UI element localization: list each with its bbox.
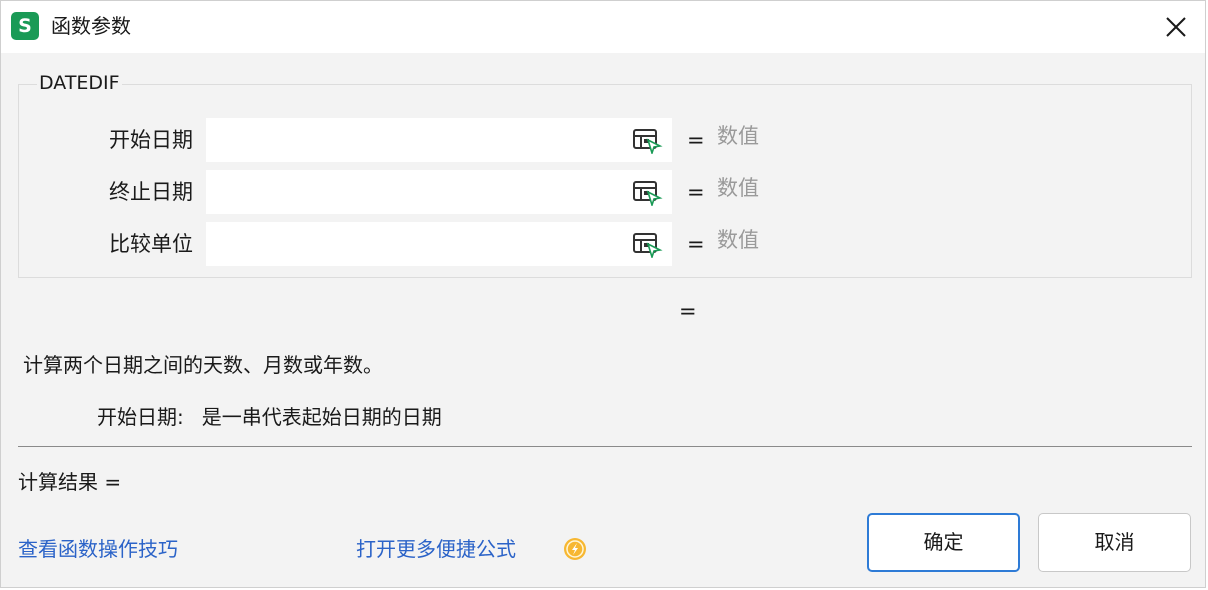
arg-equals: = — [687, 232, 705, 256]
argument-description-text: 是一串代表起始日期的日期 — [201, 405, 442, 429]
arg-label: 终止日期 — [109, 180, 193, 204]
title-bar: S 函数参数 — [1, 1, 1205, 53]
start-date-input[interactable] — [206, 118, 672, 162]
function-tips-link[interactable]: 查看函数操作技巧 — [18, 535, 178, 563]
range-select-button[interactable] — [629, 178, 665, 208]
function-arguments-dialog: S 函数参数 DATEDIF 开始日期 = 数值 终止日期 = 数值 比较单位 … — [0, 0, 1206, 588]
argument-description: 开始日期: 是一串代表起始日期的日期 — [97, 403, 442, 431]
arg-row-end-date: 终止日期 = 数值 — [1, 170, 1208, 214]
arg-value-hint: 数值 — [717, 176, 759, 200]
arg-label: 比较单位 — [109, 232, 193, 256]
calculation-result: 计算结果 = — [18, 470, 122, 494]
arg-equals: = — [687, 180, 705, 204]
arg-label: 开始日期 — [109, 128, 193, 152]
ok-button[interactable]: 确定 — [867, 513, 1020, 572]
arg-value-hint: 数值 — [717, 124, 759, 148]
range-select-button[interactable] — [629, 230, 665, 260]
arg-row-start-date: 开始日期 = 数值 — [1, 118, 1208, 162]
close-button[interactable] — [1159, 10, 1193, 44]
end-date-input[interactable] — [206, 170, 672, 214]
close-icon — [1166, 17, 1186, 37]
range-select-icon — [633, 129, 663, 156]
range-select-icon — [633, 233, 663, 260]
cancel-button[interactable]: 取消 — [1038, 513, 1191, 572]
arg-row-unit: 比较单位 = 数值 — [1, 222, 1208, 266]
divider — [18, 446, 1192, 447]
coin-icon — [564, 538, 586, 560]
function-description: 计算两个日期之间的天数、月数或年数。 — [23, 353, 383, 377]
function-name: DATEDIF — [37, 70, 122, 96]
more-formulas-link[interactable]: 打开更多便捷公式 — [356, 535, 516, 563]
unit-input[interactable] — [206, 222, 672, 266]
formula-result-equals: = — [679, 299, 697, 323]
argument-description-name: 开始日期: — [97, 405, 184, 429]
range-select-icon — [633, 181, 663, 208]
app-icon: S — [11, 12, 39, 40]
arg-equals: = — [687, 128, 705, 152]
range-select-button[interactable] — [629, 126, 665, 156]
dialog-title: 函数参数 — [51, 14, 131, 38]
arg-value-hint: 数值 — [717, 228, 759, 252]
